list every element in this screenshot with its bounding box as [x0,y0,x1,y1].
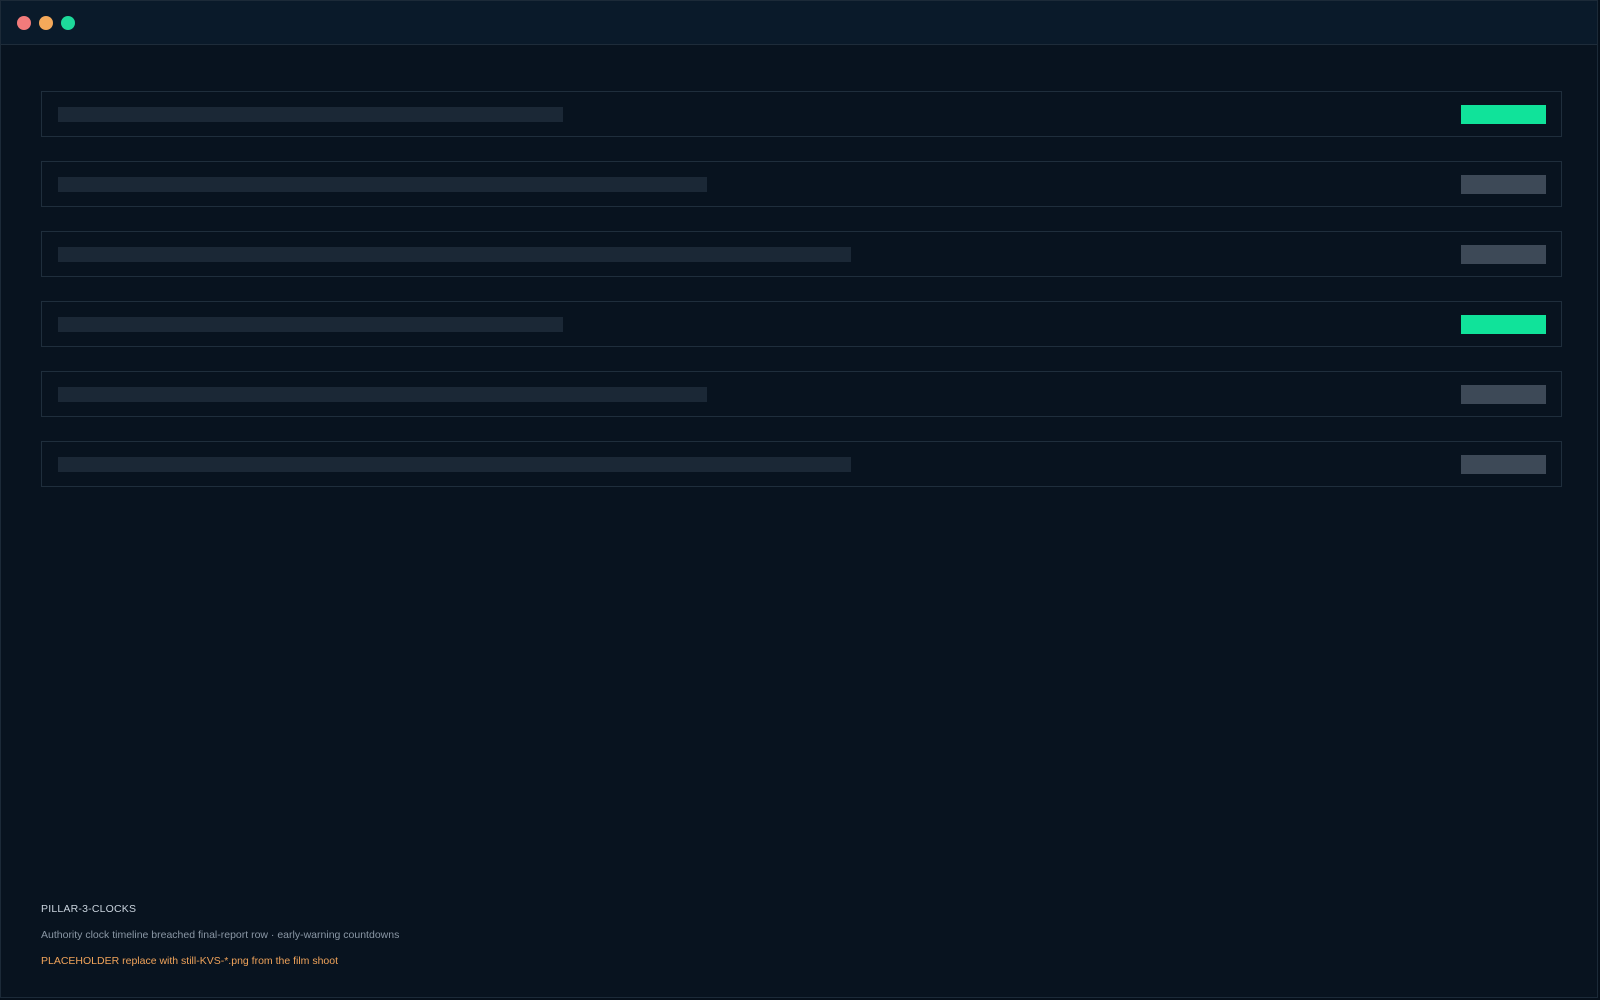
row-status-badge [1461,315,1546,334]
clock-row[interactable] [41,161,1562,207]
caption-title: PILLAR-3-CLOCKS [41,903,137,915]
clock-row[interactable] [41,91,1562,137]
clock-row[interactable] [41,441,1562,487]
row-label-placeholder [58,247,851,262]
row-status-badge [1461,385,1546,404]
row-status-badge [1461,245,1546,264]
row-label-placeholder [58,107,563,122]
maximize-window-button[interactable] [61,16,75,30]
row-label-placeholder [58,387,707,402]
row-label-placeholder [58,457,851,472]
app-window: PILLAR-3-CLOCKS Authority clock timeline… [0,0,1598,998]
clock-row[interactable] [41,301,1562,347]
clock-row-list [41,91,1562,511]
row-status-badge [1461,455,1546,474]
minimize-window-button[interactable] [39,16,53,30]
caption-block: PILLAR-3-CLOCKS Authority clock timeline… [41,903,399,968]
placeholder-note: PLACEHOLDER replace with still-KVS-*.png… [41,955,339,967]
row-status-badge [1461,175,1546,194]
row-status-badge [1461,105,1546,124]
close-window-button[interactable] [17,16,31,30]
clock-row[interactable] [41,231,1562,277]
row-label-placeholder [58,317,563,332]
caption-subtitle: Authority clock timeline breached final-… [41,929,400,941]
titlebar [1,1,1597,45]
row-label-placeholder [58,177,707,192]
clock-row[interactable] [41,371,1562,417]
